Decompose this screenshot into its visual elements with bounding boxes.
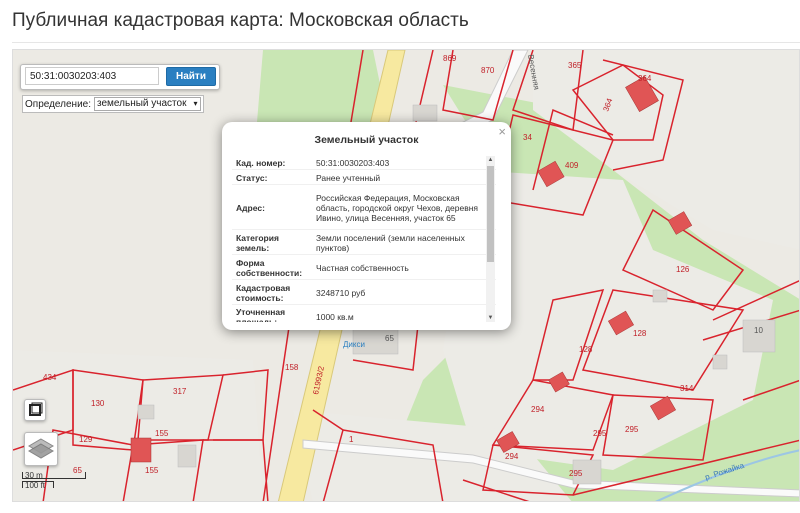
map-label: 155 [145, 466, 159, 475]
map-label: 869 [443, 54, 457, 63]
search-button[interactable]: Найти [166, 67, 216, 86]
definition-label: Определение: [25, 98, 92, 110]
map-label: 126 [676, 265, 690, 274]
info-key: Кадастровая стоимость: [236, 282, 291, 303]
scroll-thumb[interactable] [487, 166, 494, 262]
info-key: Кад. номер: [236, 157, 286, 168]
page-title: Публичная кадастровая карта: Московская … [12, 10, 469, 31]
map-label: 295 [593, 429, 607, 438]
map-label: 128 [579, 345, 593, 354]
title-divider [12, 42, 800, 43]
map-label: 10 [754, 326, 763, 335]
definition-selected-value: земельный участок [97, 98, 187, 109]
chevron-down-icon: ▾ [193, 99, 198, 108]
info-row: Кад. номер: 50:31:0030203:403 [232, 155, 496, 170]
layers-icon [28, 438, 54, 459]
map-label: 364 [638, 74, 652, 83]
info-value: 1000 кв.м [316, 311, 354, 322]
info-row: Форма собственности: Частная собственнос… [232, 255, 496, 280]
map-label: 34 [523, 133, 532, 142]
scale-imperial: 100 ft [22, 481, 54, 490]
search-box: Найти [20, 64, 220, 90]
search-input[interactable] [25, 67, 159, 85]
info-row: Уточненная площадь: 1000 кв.м [232, 305, 496, 323]
map-label: 295 [569, 469, 583, 478]
popup-body[interactable]: Кад. номер: 50:31:0030203:403 Статус: Ра… [232, 155, 496, 322]
map-label: 365 [568, 61, 582, 70]
map-label: 1 [349, 435, 354, 444]
map-label: 870 [481, 66, 495, 75]
info-value: 50:31:0030203:403 [316, 157, 390, 168]
map-scale: 30 m 100 ft [22, 472, 86, 490]
info-row: Статус: Ранее учтенный [232, 170, 496, 185]
popup-title: Земельный участок [314, 134, 419, 146]
map-label: 129 [79, 435, 93, 444]
info-row: Адрес: Российская Федерация, Московская … [232, 185, 496, 230]
map-label: 409 [565, 161, 579, 170]
info-value: 3248710 руб [316, 287, 366, 298]
map-label: 130 [91, 399, 105, 408]
parcel-info-popup: × Земельный участок Кад. номер: 50:31:00… [222, 122, 511, 330]
definition-control: Определение: земельный участок ▾ [22, 95, 205, 113]
scroll-up-icon[interactable]: ▲ [486, 156, 495, 164]
info-key: Категория земель: [236, 232, 279, 253]
definition-select[interactable]: земельный участок ▾ [94, 97, 202, 111]
scale-metric: 30 m [22, 472, 86, 480]
map-label: 158 [285, 363, 299, 372]
info-key: Статус: [236, 172, 268, 183]
map-label: 65 [385, 334, 394, 343]
popup-scrollbar[interactable]: ▲ ▼ [486, 156, 495, 322]
map-label: 294 [505, 452, 519, 461]
map-label: 317 [173, 387, 187, 396]
info-key: Уточненная площадь: [236, 306, 286, 323]
map-label: 155 [155, 429, 169, 438]
map-label: 294 [531, 405, 545, 414]
map-label: 314 [680, 384, 694, 393]
info-value: Российская Федерация, Московская область… [316, 192, 479, 223]
info-value: Частная собственность [316, 262, 409, 273]
info-key: Форма собственности: [236, 257, 303, 278]
scroll-down-icon[interactable]: ▼ [486, 314, 495, 322]
info-value: Ранее учтенный [316, 172, 381, 183]
info-value: Земли поселений (земли населенных пункто… [316, 232, 465, 253]
map-label: Дикси [343, 340, 365, 349]
map-label: 295 [625, 425, 639, 434]
map-label: 434 [43, 373, 57, 382]
layers-button[interactable] [24, 432, 58, 466]
info-key: Адрес: [236, 202, 265, 213]
fullscreen-button[interactable] [24, 399, 46, 421]
info-row: Кадастровая стоимость: 3248710 руб [232, 280, 496, 305]
map-label: 128 [633, 329, 647, 338]
info-row: Категория земель: Земли поселений (земли… [232, 230, 496, 255]
frame-icon [29, 402, 43, 416]
